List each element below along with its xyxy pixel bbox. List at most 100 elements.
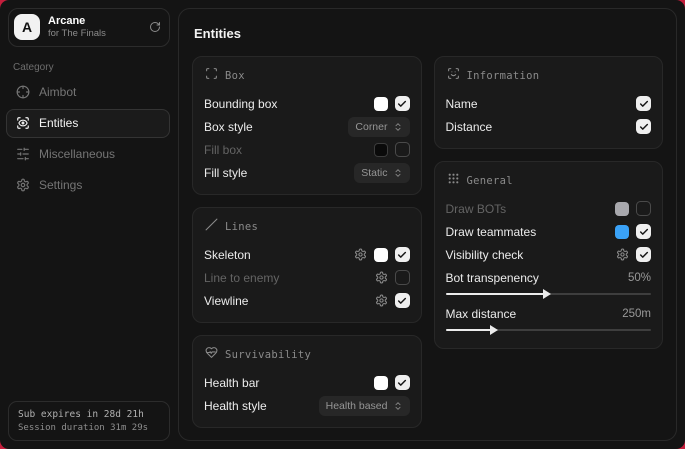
gear-icon[interactable] xyxy=(375,294,388,307)
slider-thumb[interactable] xyxy=(543,289,551,299)
dropdown-value: Corner xyxy=(355,121,387,133)
dropdown-value: Static xyxy=(361,167,387,179)
slider-fill xyxy=(446,329,491,331)
row-controls: Health based xyxy=(319,396,410,416)
checkbox[interactable] xyxy=(395,142,410,157)
setting-row-name: Name xyxy=(446,92,652,115)
card-lines: Lines Skeleton Line to enemy Viewline xyxy=(192,207,422,323)
setting-label: Visibility check xyxy=(446,248,617,262)
setting-row-skeleton: Skeleton xyxy=(204,243,410,266)
setting-label: Line to enemy xyxy=(204,271,375,285)
dropdown-corner[interactable]: Corner xyxy=(348,117,409,137)
slider-value: 50% xyxy=(628,272,651,284)
cards-column-left: Box Bounding box Box style Corner Fill box Fi… xyxy=(192,56,422,428)
sidebar-item-settings[interactable]: Settings xyxy=(6,171,170,200)
slider-track[interactable] xyxy=(446,293,652,295)
card-title: General xyxy=(467,175,513,187)
checkbox[interactable] xyxy=(636,201,651,216)
checkbox[interactable] xyxy=(395,247,410,262)
color-swatch[interactable] xyxy=(615,202,629,216)
sidebar-item-entities[interactable]: Entities xyxy=(6,109,170,138)
app-logo: A xyxy=(14,14,40,40)
card-title: Survivability xyxy=(225,349,311,361)
row-controls xyxy=(374,96,410,111)
gear-icon[interactable] xyxy=(616,248,629,261)
setting-row-viewline: Viewline xyxy=(204,289,410,312)
brand-card: A Arcane for The Finals xyxy=(8,8,170,47)
slider-max-distance: Max distance250m xyxy=(446,305,652,338)
dropdown-value: Health based xyxy=(326,400,388,412)
sidebar-item-miscellaneous[interactable]: Miscellaneous xyxy=(6,140,170,169)
session-duration-text: Session duration 31m 29s xyxy=(18,423,160,433)
setting-row-fill-style: Fill style Static xyxy=(204,161,410,184)
setting-label: Box style xyxy=(204,120,348,134)
setting-row-bounding-box: Bounding box xyxy=(204,92,410,115)
slider-label: Bot transpenency xyxy=(446,271,539,285)
checkbox[interactable] xyxy=(636,247,651,262)
row-controls xyxy=(375,293,410,308)
refresh-icon[interactable] xyxy=(149,21,161,33)
setting-label: Fill box xyxy=(204,143,374,157)
card-header: Information xyxy=(447,67,651,85)
setting-label: Fill style xyxy=(204,166,354,180)
crosshair-icon xyxy=(16,85,30,99)
card-header: General xyxy=(447,172,651,190)
setting-label: Name xyxy=(446,97,637,111)
color-swatch[interactable] xyxy=(374,97,388,111)
card-general: General Draw BOTs Draw teammates Visibility… xyxy=(434,161,664,349)
gear-icon[interactable] xyxy=(375,271,388,284)
setting-row-health-bar: Health bar xyxy=(204,371,410,394)
setting-row-line-to-enemy: Line to enemy xyxy=(204,266,410,289)
sidebar-item-label: Aimbot xyxy=(39,85,76,99)
cards-columns: Box Bounding box Box style Corner Fill box Fi… xyxy=(192,56,663,428)
card-title: Lines xyxy=(225,221,258,233)
row-controls xyxy=(615,224,651,239)
setting-row-health-style: Health styleHealth based xyxy=(204,394,410,417)
checkbox[interactable] xyxy=(636,96,651,111)
row-controls xyxy=(636,119,651,134)
row-controls xyxy=(616,247,651,262)
dropdown-health-based[interactable]: Health based xyxy=(319,396,410,416)
setting-label: Draw BOTs xyxy=(446,202,616,216)
row-controls: Corner xyxy=(348,117,409,137)
brand-title: Arcane xyxy=(48,14,106,28)
slider-thumb[interactable] xyxy=(490,325,498,335)
card-survivability: Survivability Health barHealth styleHealt… xyxy=(192,335,422,428)
chevrons-up-down-icon xyxy=(393,401,403,411)
slider-track[interactable] xyxy=(446,329,652,331)
page-title: Entities xyxy=(194,26,661,41)
slider-fill xyxy=(446,293,545,295)
row-controls: Static xyxy=(354,163,409,183)
brand-subtitle: for The Finals xyxy=(48,28,106,40)
scan-face-icon xyxy=(447,67,460,85)
color-swatch[interactable] xyxy=(374,248,388,262)
card-title: Information xyxy=(467,70,540,82)
sliders-icon xyxy=(16,147,30,161)
sidebar: A Arcane for The Finals Category Aimbot E… xyxy=(0,0,176,449)
row-controls xyxy=(374,142,410,157)
color-swatch[interactable] xyxy=(374,143,388,157)
setting-label: Draw teammates xyxy=(446,225,616,239)
main-panel: Entities Box Bounding box Box style Corner F… xyxy=(178,8,677,441)
checkbox[interactable] xyxy=(395,375,410,390)
setting-row-visibility-check: Visibility check xyxy=(446,243,652,266)
sidebar-item-aimbot[interactable]: Aimbot xyxy=(6,78,170,107)
checkbox[interactable] xyxy=(636,224,651,239)
checkbox[interactable] xyxy=(395,270,410,285)
dropdown-static[interactable]: Static xyxy=(354,163,409,183)
row-controls xyxy=(615,201,651,216)
setting-label: Distance xyxy=(446,120,637,134)
gear-icon[interactable] xyxy=(354,248,367,261)
checkbox[interactable] xyxy=(636,119,651,134)
setting-label: Skeleton xyxy=(204,248,354,262)
scan-eye-icon xyxy=(16,116,30,130)
color-swatch[interactable] xyxy=(374,376,388,390)
setting-row-draw-bots: Draw BOTs xyxy=(446,197,652,220)
card-header: Box xyxy=(205,67,409,85)
scan-icon xyxy=(205,67,218,85)
checkbox[interactable] xyxy=(395,96,410,111)
row-controls xyxy=(354,247,410,262)
color-swatch[interactable] xyxy=(615,225,629,239)
checkbox[interactable] xyxy=(395,293,410,308)
category-label: Category xyxy=(13,62,176,73)
